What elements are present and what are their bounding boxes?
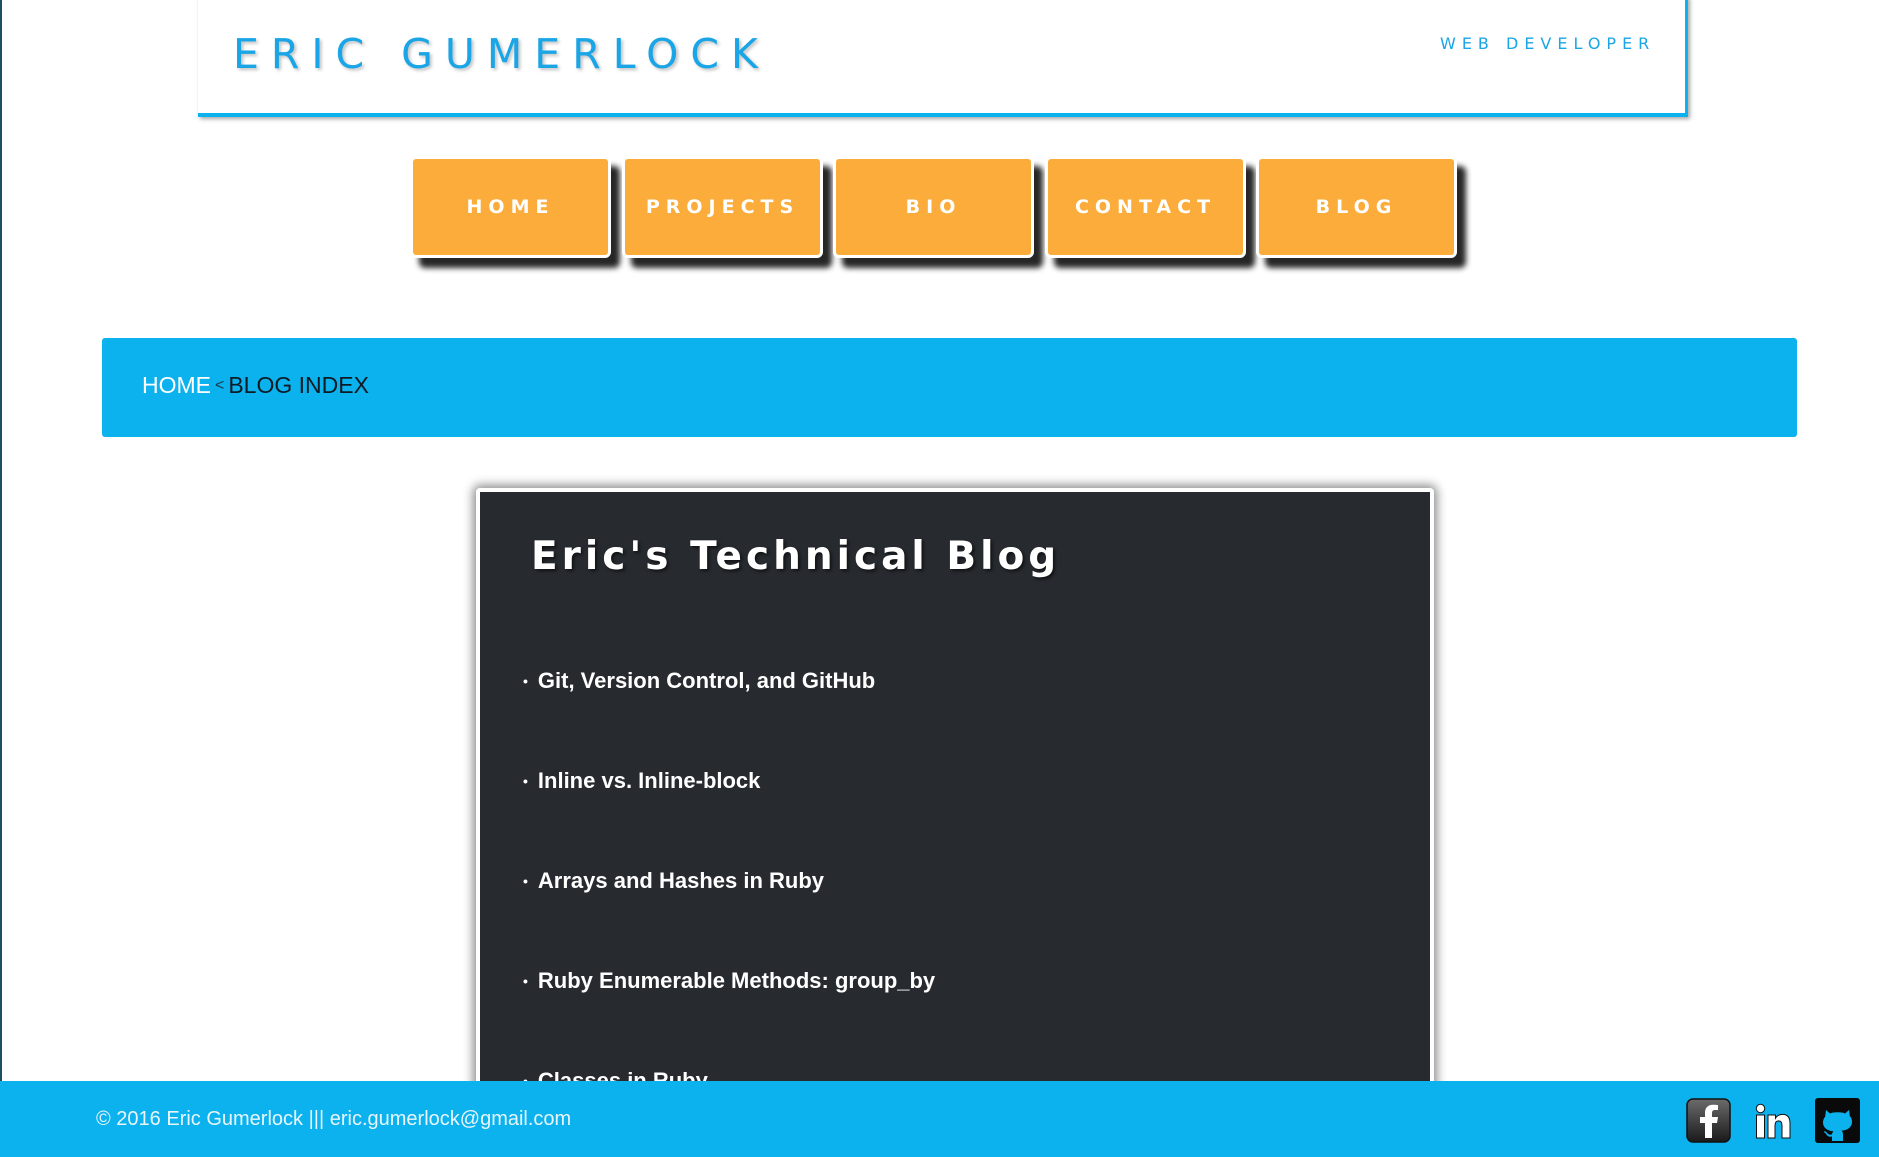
bullet-icon: • xyxy=(523,773,528,789)
nav-blog-button[interactable]: BLOG xyxy=(1256,156,1457,258)
breadcrumb: HOME < BLOG INDEX xyxy=(142,372,369,399)
footer-copyright: © 2016 Eric Gumerlock ||| eric.gumerlock… xyxy=(96,1108,572,1130)
nav-projects-button[interactable]: PROJECTS xyxy=(622,156,823,258)
github-icon[interactable] xyxy=(1815,1098,1860,1143)
breadcrumb-separator: < xyxy=(215,376,225,394)
blog-post-link[interactable]: Ruby Enumerable Methods: group_by xyxy=(538,967,935,995)
site-subtitle: WEB DEVELOPER xyxy=(1440,34,1656,53)
bullet-icon: • xyxy=(523,873,528,889)
blog-post-link[interactable]: Inline vs. Inline-block xyxy=(538,767,761,795)
linkedin-icon[interactable] xyxy=(1750,1098,1795,1143)
site-footer: © 2016 Eric Gumerlock ||| eric.gumerlock… xyxy=(0,1081,1879,1157)
blog-panel: Eric's Technical Blog • Git, Version Con… xyxy=(476,488,1434,1157)
blog-post-item[interactable]: • Git, Version Control, and GitHub xyxy=(523,667,935,767)
nav-home-button[interactable]: HOME xyxy=(410,156,611,258)
nav-bio-button[interactable]: BIO xyxy=(833,156,1034,258)
breadcrumb-home-link[interactable]: HOME xyxy=(142,372,211,399)
blog-post-item[interactable]: • Arrays and Hashes in Ruby xyxy=(523,867,935,967)
bullet-icon: • xyxy=(523,973,528,989)
facebook-icon[interactable] xyxy=(1686,1098,1731,1143)
blog-title: Eric's Technical Blog xyxy=(531,534,1061,579)
bullet-icon: • xyxy=(523,673,528,689)
nav-contact-button[interactable]: CONTACT xyxy=(1045,156,1246,258)
breadcrumb-bar: HOME < BLOG INDEX xyxy=(102,338,1797,437)
blog-post-link[interactable]: Arrays and Hashes in Ruby xyxy=(538,867,824,895)
breadcrumb-current: BLOG INDEX xyxy=(228,372,369,398)
site-title[interactable]: ERIC GUMERLOCK xyxy=(233,30,770,78)
blog-post-item[interactable]: • Inline vs. Inline-block xyxy=(523,767,935,867)
blog-post-item[interactable]: • Ruby Enumerable Methods: group_by xyxy=(523,967,935,1067)
page: ERIC GUMERLOCK WEB DEVELOPER HOME PROJEC… xyxy=(0,0,1879,1157)
blog-post-link[interactable]: Git, Version Control, and GitHub xyxy=(538,667,875,695)
left-edge-bar xyxy=(0,0,2,1157)
